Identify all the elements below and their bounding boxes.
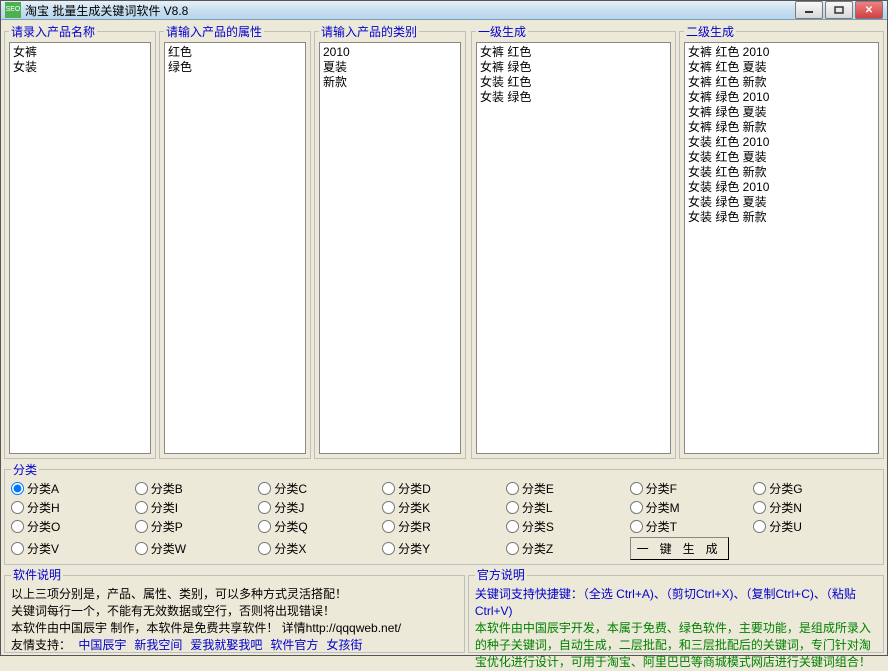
software-desc-legend: 软件说明	[11, 567, 63, 584]
official-desc-legend: 官方说明	[475, 567, 527, 584]
category-label: 分类Q	[274, 518, 307, 535]
category-label: 分类B	[151, 480, 183, 497]
category-radio-分类P[interactable]: 分类P	[135, 518, 259, 535]
official-desc-line2: 本软件由中国辰宇开发，本属于免费、绿色软件，主要功能，是组成所录入的种子关键词，…	[475, 620, 877, 671]
gen2-listbox[interactable]: 女裤 红色 2010 女裤 红色 夏装 女裤 红色 新款 女裤 绿色 2010 …	[684, 42, 879, 454]
names-listbox[interactable]: 女裤 女装	[9, 42, 151, 454]
category-label: 分类D	[398, 480, 431, 497]
category-radio-分类U[interactable]: 分类U	[753, 518, 877, 535]
support-link[interactable]: 软件官方	[270, 638, 318, 652]
category-label: 分类J	[274, 499, 304, 516]
app-icon: SEO	[5, 2, 21, 18]
category-label: 分类Y	[398, 540, 430, 557]
software-desc-line3: 本软件由中国辰宇 制作，本软件是免费共享软件！ 详情http://qqqweb.…	[11, 620, 458, 637]
category-label: 分类A	[27, 480, 59, 497]
panel-cats-legend: 请输入产品的类别	[319, 23, 419, 40]
category-radio-分类H[interactable]: 分类H	[11, 499, 135, 516]
category-label: 分类N	[769, 499, 802, 516]
category-label: 分类L	[522, 499, 553, 516]
category-radio-分类B[interactable]: 分类B	[135, 480, 259, 497]
panel-names: 请录入产品名称 女裤 女装	[4, 23, 156, 459]
category-radio-分类Z[interactable]: 分类Z	[506, 537, 630, 560]
category-radio-分类F[interactable]: 分类F	[630, 480, 754, 497]
attrs-listbox[interactable]: 红色 绿色	[164, 42, 306, 454]
category-radio-分类V[interactable]: 分类V	[11, 537, 135, 560]
support-link[interactable]: 新我空间	[134, 638, 182, 652]
category-radio-分类S[interactable]: 分类S	[506, 518, 630, 535]
titlebar: SEO 淘宝 批量生成关键词软件 V8.8 ✕	[1, 1, 887, 20]
panel-gen2-legend: 二级生成	[684, 23, 736, 40]
category-radio-分类G[interactable]: 分类G	[753, 480, 877, 497]
close-icon: ✕	[865, 5, 873, 16]
gen1-listbox[interactable]: 女裤 红色 女裤 绿色 女装 红色 女装 绿色	[476, 42, 671, 454]
category-radio-分类O[interactable]: 分类O	[11, 518, 135, 535]
categories-panel: 分类 分类A 分类B 分类C 分类D 分类E 分类F 分类G 分类H 分类I 分类J 分类K 分类L 分…	[4, 461, 884, 565]
category-label: 分类H	[27, 499, 60, 516]
category-label: 分类F	[646, 480, 677, 497]
category-label: 分类M	[646, 499, 680, 516]
category-radio-分类A[interactable]: 分类A	[11, 480, 135, 497]
category-radio-分类D[interactable]: 分类D	[382, 480, 506, 497]
links-label: 友情支持：	[11, 638, 71, 652]
panel-gen2: 二级生成 女裤 红色 2010 女裤 红色 夏装 女裤 红色 新款 女裤 绿色 …	[679, 23, 884, 459]
minimize-icon	[804, 6, 814, 14]
category-label: 分类X	[274, 540, 306, 557]
category-label: 分类U	[769, 518, 802, 535]
category-label: 分类W	[151, 540, 186, 557]
support-link[interactable]: 女孩街	[326, 638, 362, 652]
cats-listbox[interactable]: 2010 夏装 新款	[319, 42, 461, 454]
category-label: 分类P	[151, 518, 183, 535]
category-label: 分类G	[769, 480, 802, 497]
category-radio-分类X[interactable]: 分类X	[258, 537, 382, 560]
panel-attrs-legend: 请输入产品的属性	[164, 23, 264, 40]
panel-gen1: 一级生成 女裤 红色 女裤 绿色 女装 红色 女装 绿色	[471, 23, 676, 459]
panel-gen1-legend: 一级生成	[476, 23, 528, 40]
category-label: 分类V	[27, 540, 59, 557]
category-label: 分类Z	[522, 540, 553, 557]
software-desc-line2: 关键词每行一个，不能有无效数据或空行，否则将出现错误！	[11, 603, 458, 620]
category-radio-分类I[interactable]: 分类I	[135, 499, 259, 516]
maximize-button[interactable]	[825, 1, 853, 19]
maximize-icon	[834, 6, 844, 14]
panel-cats: 请输入产品的类别 2010 夏装 新款	[314, 23, 466, 459]
generate-button[interactable]: 一 键 生 成	[630, 537, 729, 560]
category-label: 分类R	[398, 518, 431, 535]
minimize-button[interactable]	[795, 1, 823, 19]
close-button[interactable]: ✕	[855, 1, 883, 19]
panel-attrs: 请输入产品的属性 红色 绿色	[159, 23, 311, 459]
window-title: 淘宝 批量生成关键词软件 V8.8	[25, 2, 793, 19]
category-radio-分类W[interactable]: 分类W	[135, 537, 259, 560]
category-radio-分类N[interactable]: 分类N	[753, 499, 877, 516]
software-desc-line1: 以上三项分别是，产品、属性、类别，可以多种方式灵活搭配！	[11, 586, 458, 603]
category-label: 分类C	[274, 480, 307, 497]
category-label: 分类K	[398, 499, 430, 516]
category-radio-分类M[interactable]: 分类M	[630, 499, 754, 516]
category-label: 分类T	[646, 518, 677, 535]
panel-names-legend: 请录入产品名称	[9, 23, 97, 40]
support-link[interactable]: 爱我就娶我吧	[190, 638, 262, 652]
category-label: 分类I	[151, 499, 178, 516]
category-radio-分类T[interactable]: 分类T	[630, 518, 754, 535]
support-link[interactable]: 中国辰宇	[78, 638, 126, 652]
category-radio-分类K[interactable]: 分类K	[382, 499, 506, 516]
category-radio-分类Y[interactable]: 分类Y	[382, 537, 506, 560]
category-radio-分类J[interactable]: 分类J	[258, 499, 382, 516]
categories-legend: 分类	[11, 461, 39, 478]
category-radio-分类C[interactable]: 分类C	[258, 480, 382, 497]
category-label: 分类E	[522, 480, 554, 497]
category-label: 分类S	[522, 518, 554, 535]
official-desc-panel: 官方说明 关键词支持快捷键：（全选 Ctrl+A)、（剪切Ctrl+X)、（复制…	[468, 567, 884, 653]
category-radio-分类E[interactable]: 分类E	[506, 480, 630, 497]
category-radio-分类L[interactable]: 分类L	[506, 499, 630, 516]
category-label: 分类O	[27, 518, 60, 535]
software-desc-panel: 软件说明 以上三项分别是，产品、属性、类别，可以多种方式灵活搭配！ 关键词每行一…	[4, 567, 465, 653]
category-radio-分类Q[interactable]: 分类Q	[258, 518, 382, 535]
official-desc-line1: 关键词支持快捷键：（全选 Ctrl+A)、（剪切Ctrl+X)、（复制Ctrl+…	[475, 586, 877, 620]
category-radio-分类R[interactable]: 分类R	[382, 518, 506, 535]
